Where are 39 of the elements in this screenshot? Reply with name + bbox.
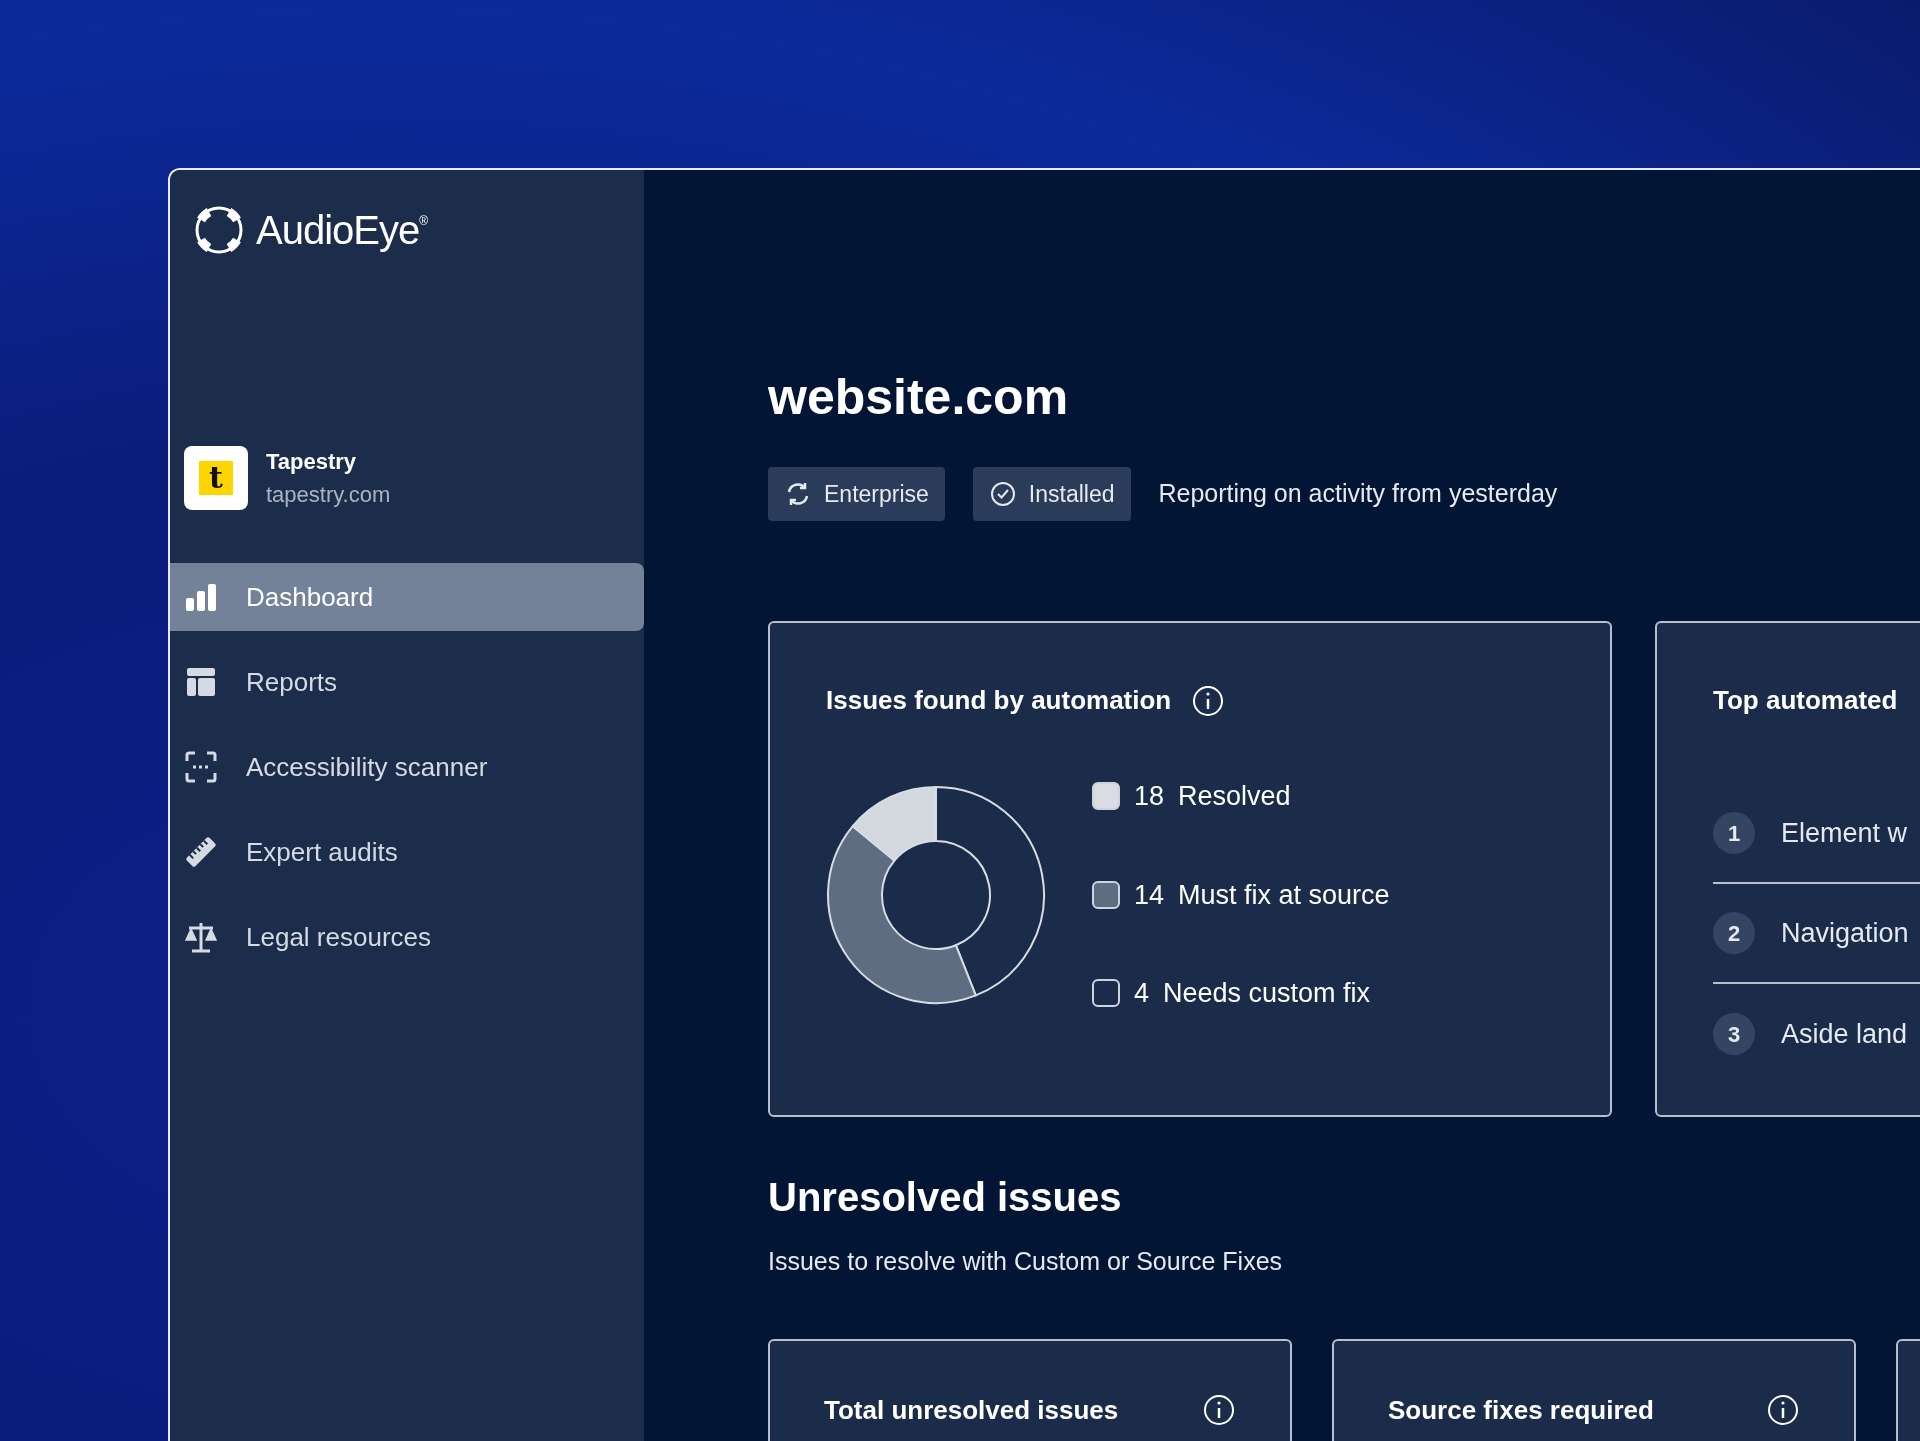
card-title: Source fixes required [1388, 1393, 1654, 1427]
section-subtitle: Issues to resolve with Custom or Source Fixes [768, 1246, 1284, 1277]
check-circle-icon [988, 480, 1017, 508]
legend-swatch [1092, 979, 1120, 1008]
legend-count: 4 [1134, 977, 1150, 1010]
info-icon[interactable] [1202, 1393, 1236, 1427]
reporting-note: Reporting on activity from yesterday [1158, 478, 1558, 510]
legend-label: Needs custom fix [1163, 977, 1371, 1010]
legend-count: 18 [1134, 780, 1165, 813]
account-logo: t [184, 446, 248, 510]
sidebar-item[interactable]: Dashboard [170, 563, 644, 631]
card-title: Top automated [1713, 684, 1898, 717]
sidebar-item[interactable]: Legal resources [170, 903, 644, 971]
brand-name: AudioEye$^{®}$ [256, 207, 428, 254]
issue-name[interactable]: Element w [1781, 812, 1908, 854]
section-title: Unresolved issues [768, 1174, 1123, 1221]
card-title: Total unresolved issues [824, 1393, 1119, 1427]
info-icon[interactable] [1766, 1393, 1800, 1427]
rank-number: 2 [1713, 912, 1755, 954]
sidebar-item[interactable]: Reports [170, 648, 644, 716]
scan-frame-icon [184, 750, 218, 784]
table-icon [184, 665, 218, 699]
legend-label: Resolved [1178, 780, 1291, 813]
card-title: Issues found by automation [826, 684, 1172, 717]
rank-number: 1 [1713, 812, 1755, 854]
account-domain: tapestry.com [266, 481, 391, 509]
account-name: Tapestry [266, 448, 358, 476]
plan-badge: Installed [972, 467, 1131, 521]
legend-label: Must fix at source [1178, 878, 1390, 912]
rank-number: 3 [1713, 1013, 1755, 1055]
issue-name[interactable]: Aside land [1781, 1013, 1908, 1055]
scale-icon [184, 920, 218, 954]
sidebar-item[interactable]: Expert audits [170, 818, 644, 886]
issue-name[interactable]: Navigation [1781, 912, 1909, 954]
legend-count: 14 [1134, 878, 1165, 912]
info-icon[interactable] [1191, 683, 1226, 718]
site-title: website.com [768, 368, 1070, 427]
plan-badge: Enterprise [768, 467, 945, 521]
sidebar-item[interactable]: Accessibility scanner [170, 733, 644, 801]
